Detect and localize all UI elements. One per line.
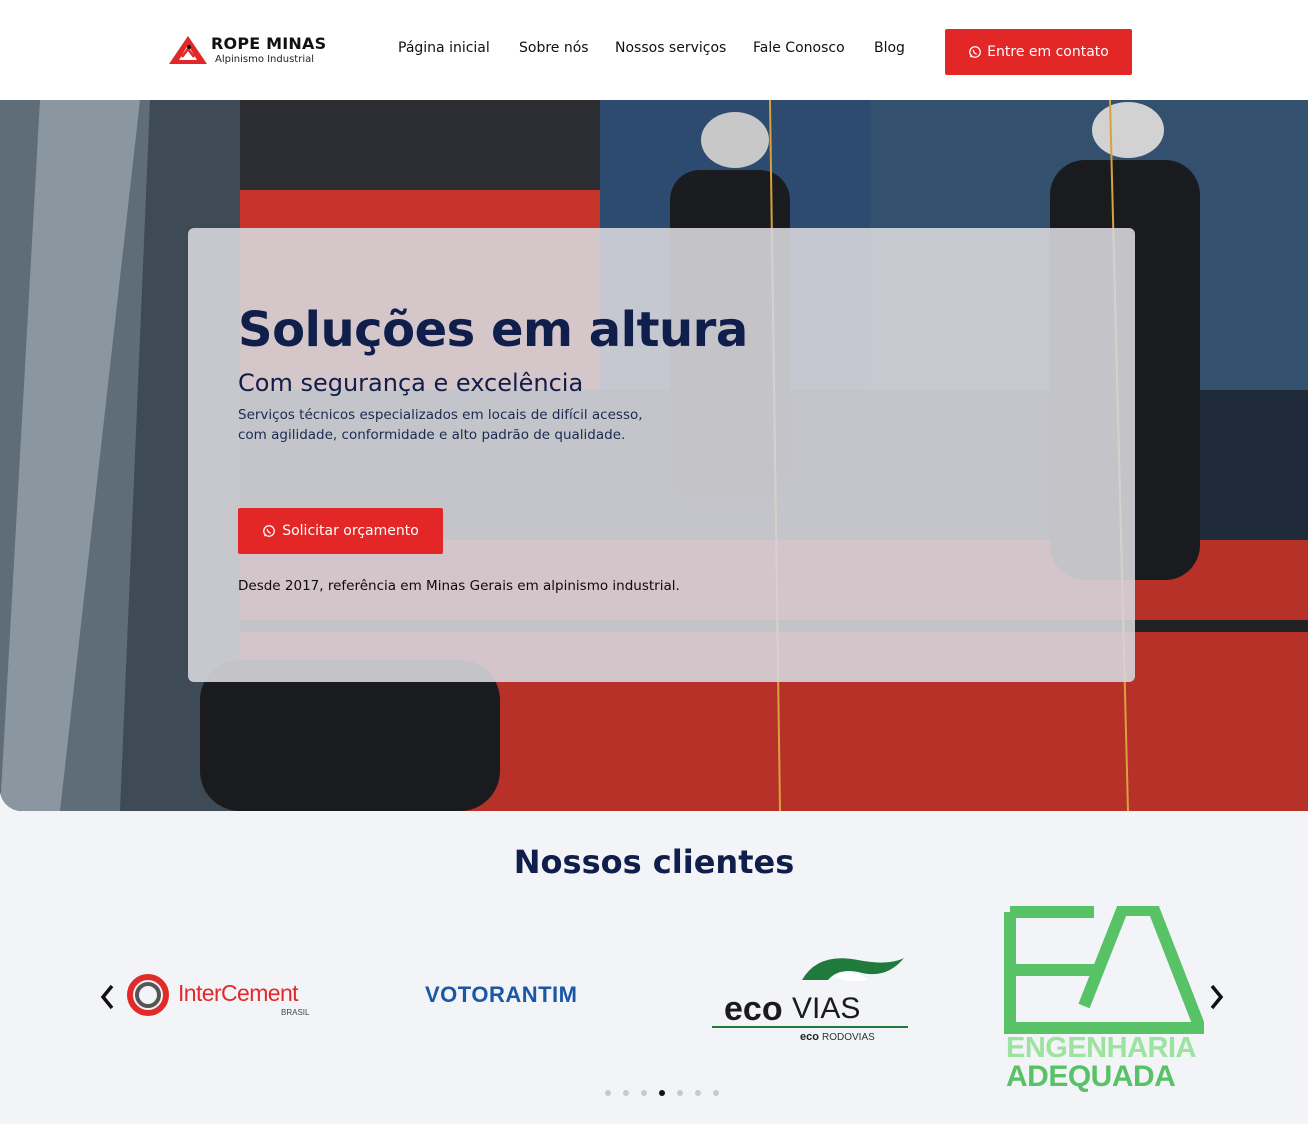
ea-mark-icon [1004,906,1204,1034]
ecovias-sub-eco: eco [800,1031,819,1043]
nav-blog[interactable]: Blog [874,40,905,56]
brand-name: ROPE MINAS [211,34,327,53]
contact-button-label: Entre em contato [987,44,1109,60]
intercement-sub: BRASIL [281,1008,310,1017]
chevron-left-icon [100,984,114,1010]
intercement-name: InterCement [178,980,299,1006]
carousel-dot-6[interactable] [695,1090,701,1096]
hero-subtitle: Com segurança e excelência [238,369,584,397]
hero-section: Soluções em altura Com segurança e excel… [0,100,1308,811]
client-logo-engenharia-adequada: ENGENHARIA ADEQUADA [1004,906,1204,1093]
ecovias-eco: eco [724,990,783,1028]
chevron-right-icon [1210,984,1224,1010]
clients-heading: Nossos clientes [513,843,795,881]
hero-description: Serviços técnicos especializados em loca… [238,407,643,443]
carousel-dot-3[interactable] [641,1090,647,1096]
nav-services[interactable]: Nossos serviços [615,40,726,56]
client-logo-votorantim: VOTORANTIM [425,982,615,1014]
hero-title: Soluções em altura [238,302,748,358]
carousel-prev-button[interactable] [96,980,120,1014]
carousel-dot-4[interactable] [659,1090,665,1096]
ea-line2: ADEQUADA [1006,1060,1176,1093]
request-quote-button[interactable]: Solicitar orçamento [238,508,443,554]
ecovias-underline [712,1026,908,1028]
carousel-next-button[interactable] [1204,980,1228,1014]
client-logo-ecovias: eco VIAS eco RODOVIAS [710,950,910,1045]
carousel-pagination [605,1090,719,1098]
request-quote-label: Solicitar orçamento [282,523,419,539]
whatsapp-icon [969,46,982,58]
site-header: ROPE MINAS Alpinismo Industrial Página i… [0,0,1308,100]
hero-since-text: Desde 2017, referência em Minas Gerais e… [238,578,680,594]
ecovias-sub-rodovias: RODOVIAS [822,1032,875,1043]
whatsapp-icon [263,525,276,537]
nav-about[interactable]: Sobre nós [519,40,589,56]
brand-logo[interactable]: ROPE MINAS Alpinismo Industrial [168,34,328,68]
carousel-dot-7[interactable] [713,1090,719,1096]
votorantim-name: VOTORANTIM [425,982,578,1007]
carousel-dot-1[interactable] [605,1090,611,1096]
intercement-ring-icon [127,974,169,1016]
carousel-dot-2[interactable] [623,1090,629,1096]
carousel-dot-5[interactable] [677,1090,683,1096]
nav-contact[interactable]: Fale Conosco [753,40,845,56]
ecovias-vias: VIAS [792,992,861,1025]
nav-home[interactable]: Página inicial [398,40,490,56]
client-logo-intercement: InterCement BRASIL [125,972,325,1022]
hero-card: Soluções em altura Com segurança e excel… [188,228,1135,682]
contact-button[interactable]: Entre em contato [945,29,1132,75]
brand-tagline: Alpinismo Industrial [215,54,315,65]
climber-triangle-icon [169,36,207,64]
ecovias-leaf-icon [802,958,904,982]
